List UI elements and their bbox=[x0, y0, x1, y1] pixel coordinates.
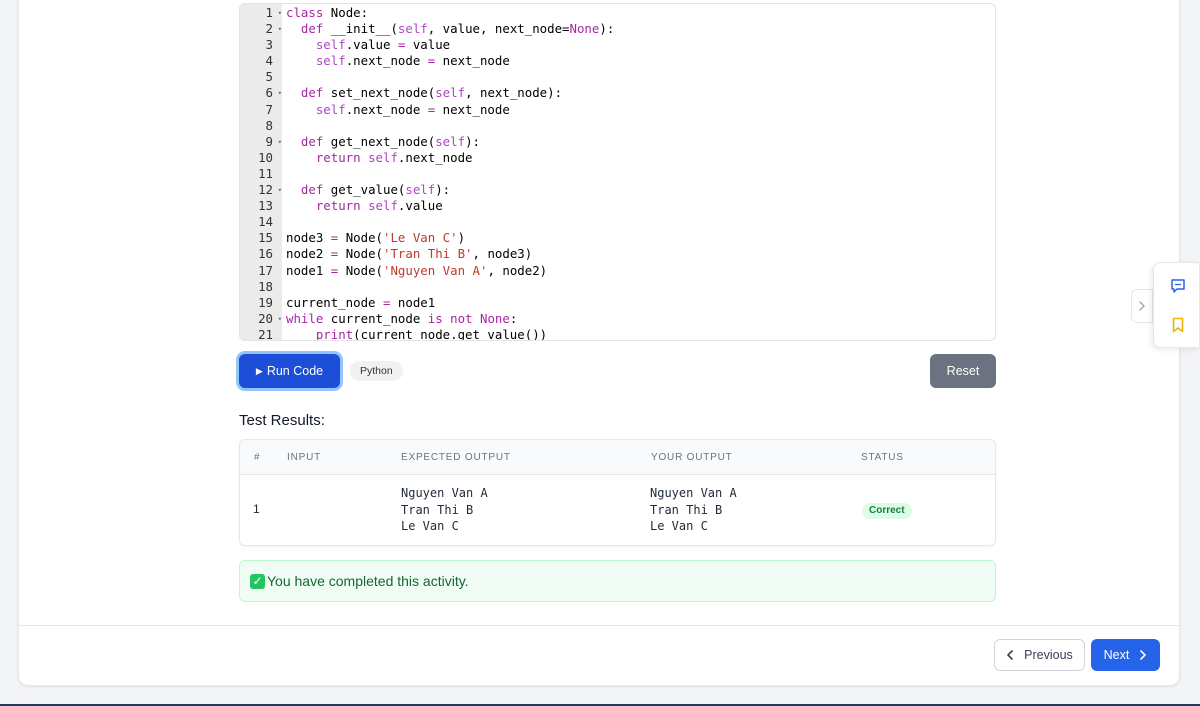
line-number: 14 bbox=[258, 214, 273, 230]
run-code-label: Run Code bbox=[266, 364, 324, 378]
code-line[interactable]: self.next_node = next_node bbox=[286, 53, 995, 69]
code-line[interactable]: while current_node is not None: bbox=[286, 311, 995, 327]
line-number: 20 ▾ bbox=[258, 310, 282, 327]
line-number: 10 bbox=[258, 149, 273, 165]
next-button[interactable]: Next bbox=[1091, 639, 1160, 671]
chevron-left-icon bbox=[1007, 650, 1013, 660]
line-number: 21 bbox=[258, 326, 273, 341]
line-number: 16 bbox=[258, 246, 273, 262]
code-area[interactable]: class Node: def __init__(self, value, ne… bbox=[282, 4, 995, 340]
chevron-right-icon bbox=[1139, 301, 1145, 311]
row-number: 1 bbox=[253, 502, 260, 516]
code-line[interactable]: ​ bbox=[286, 214, 995, 230]
code-line[interactable]: self.next_node = next_node bbox=[286, 102, 995, 118]
next-label: Next bbox=[1103, 648, 1130, 662]
code-line[interactable]: current_node = node1 bbox=[286, 295, 995, 311]
previous-button[interactable]: Previous bbox=[994, 639, 1085, 671]
line-number-gutter: 1 ▾ 2 ▾ 3 4 5 6 ▾ 7 8 9 ▾ 10 11 12 ▾ 13 14 15 16 17 18 19 20 ▾ 21 bbox=[240, 4, 282, 340]
line-number: 2 ▾ bbox=[265, 21, 282, 37]
test-results-table: # Input Expected Output Your Output Stat… bbox=[239, 439, 996, 546]
completion-banner: ✓ You have completed this activity. bbox=[239, 560, 996, 602]
fold-arrow-icon[interactable]: ▾ bbox=[278, 21, 282, 37]
code-line[interactable]: self.value = value bbox=[286, 37, 995, 53]
code-editor[interactable]: 1 ▾ 2 ▾ 3 4 5 6 ▾ 7 8 9 ▾ 10 11 12 ▾ 13 14 15 16 17 18 19 20 ▾ 21 … bbox=[239, 3, 996, 341]
code-line[interactable]: ​ bbox=[286, 166, 995, 182]
play-icon: ▶ bbox=[255, 365, 263, 376]
previous-label: Previous bbox=[1024, 648, 1073, 662]
code-line[interactable]: def get_next_node(self): bbox=[286, 134, 995, 150]
line-number: 17 bbox=[258, 262, 273, 278]
header-input: Input bbox=[287, 452, 321, 463]
line-number: 1 ▾ bbox=[265, 5, 282, 21]
status-badge: Correct bbox=[862, 503, 912, 519]
table-header: # Input Expected Output Your Output Stat… bbox=[240, 440, 995, 475]
code-line[interactable]: return self.value bbox=[286, 198, 995, 214]
code-line[interactable]: class Node: bbox=[286, 5, 995, 21]
line-number: 9 ▾ bbox=[265, 133, 282, 150]
code-line[interactable]: node2 = Node('Tran Thi B', node3) bbox=[286, 246, 995, 262]
line-number: 19 bbox=[258, 294, 273, 310]
comment-icon[interactable] bbox=[1169, 277, 1187, 295]
reset-button[interactable]: Reset bbox=[930, 354, 996, 388]
fold-arrow-icon[interactable]: ▾ bbox=[278, 182, 282, 198]
header-your-output: Your Output bbox=[651, 452, 733, 463]
code-line[interactable]: print(current_node.get_value()) bbox=[286, 327, 995, 340]
row-expected-output: Nguyen Van A Tran Thi B Le Van C bbox=[401, 486, 488, 533]
fold-arrow-icon[interactable]: ▾ bbox=[278, 311, 282, 327]
line-number: 6 ▾ bbox=[265, 85, 282, 101]
code-line[interactable]: node1 = Node('Nguyen Van A', node2) bbox=[286, 263, 995, 279]
fold-arrow-icon[interactable]: ▾ bbox=[278, 85, 282, 101]
run-code-button[interactable]: ▶ Run Code bbox=[239, 354, 340, 388]
fold-arrow-icon[interactable]: ▾ bbox=[278, 134, 282, 150]
code-line[interactable]: def __init__(self, value, next_node=None… bbox=[286, 21, 995, 37]
side-tools-panel bbox=[1153, 262, 1200, 348]
footer-divider bbox=[19, 625, 1179, 626]
line-number: 15 bbox=[258, 230, 273, 246]
check-square-icon: ✓ bbox=[250, 573, 265, 589]
bookmark-icon[interactable] bbox=[1169, 316, 1187, 334]
line-number: 3 bbox=[265, 37, 273, 53]
test-results-title: Test Results: bbox=[239, 412, 325, 429]
chevron-right-icon bbox=[1140, 650, 1147, 660]
line-number: 4 bbox=[265, 53, 273, 69]
line-number: 18 bbox=[258, 278, 273, 294]
code-line[interactable]: def set_next_node(self, next_node): bbox=[286, 85, 995, 101]
completion-message: You have completed this activity. bbox=[267, 573, 469, 589]
fold-arrow-icon[interactable]: ▾ bbox=[278, 5, 282, 21]
code-line[interactable]: return self.next_node bbox=[286, 150, 995, 166]
line-number: 13 bbox=[258, 198, 273, 214]
header-expected-output: Expected Output bbox=[401, 452, 511, 463]
activity-card: 1 ▾ 2 ▾ 3 4 5 6 ▾ 7 8 9 ▾ 10 11 12 ▾ 13 14 15 16 17 18 19 20 ▾ 21 … bbox=[18, 0, 1180, 686]
code-line[interactable]: ​ bbox=[286, 279, 995, 295]
code-line[interactable]: node3 = Node('Le Van C') bbox=[286, 230, 995, 246]
line-number: 7 bbox=[265, 101, 273, 117]
line-number: 11 bbox=[258, 165, 273, 181]
table-row: 1 Nguyen Van A Tran Thi B Le Van C Nguye… bbox=[240, 475, 995, 545]
code-line[interactable]: ​ bbox=[286, 69, 995, 85]
line-number: 12 ▾ bbox=[258, 182, 282, 198]
language-badge: Python bbox=[350, 361, 403, 381]
side-panel-toggle[interactable] bbox=[1131, 289, 1153, 323]
header-status: Status bbox=[861, 452, 904, 463]
line-number: 8 bbox=[265, 117, 273, 133]
header-number: # bbox=[254, 452, 261, 463]
line-number: 5 bbox=[265, 69, 273, 85]
code-line[interactable]: def get_value(self): bbox=[286, 182, 995, 198]
row-your-output: Nguyen Van A Tran Thi B Le Van C bbox=[650, 486, 737, 533]
code-line[interactable]: ​ bbox=[286, 118, 995, 134]
